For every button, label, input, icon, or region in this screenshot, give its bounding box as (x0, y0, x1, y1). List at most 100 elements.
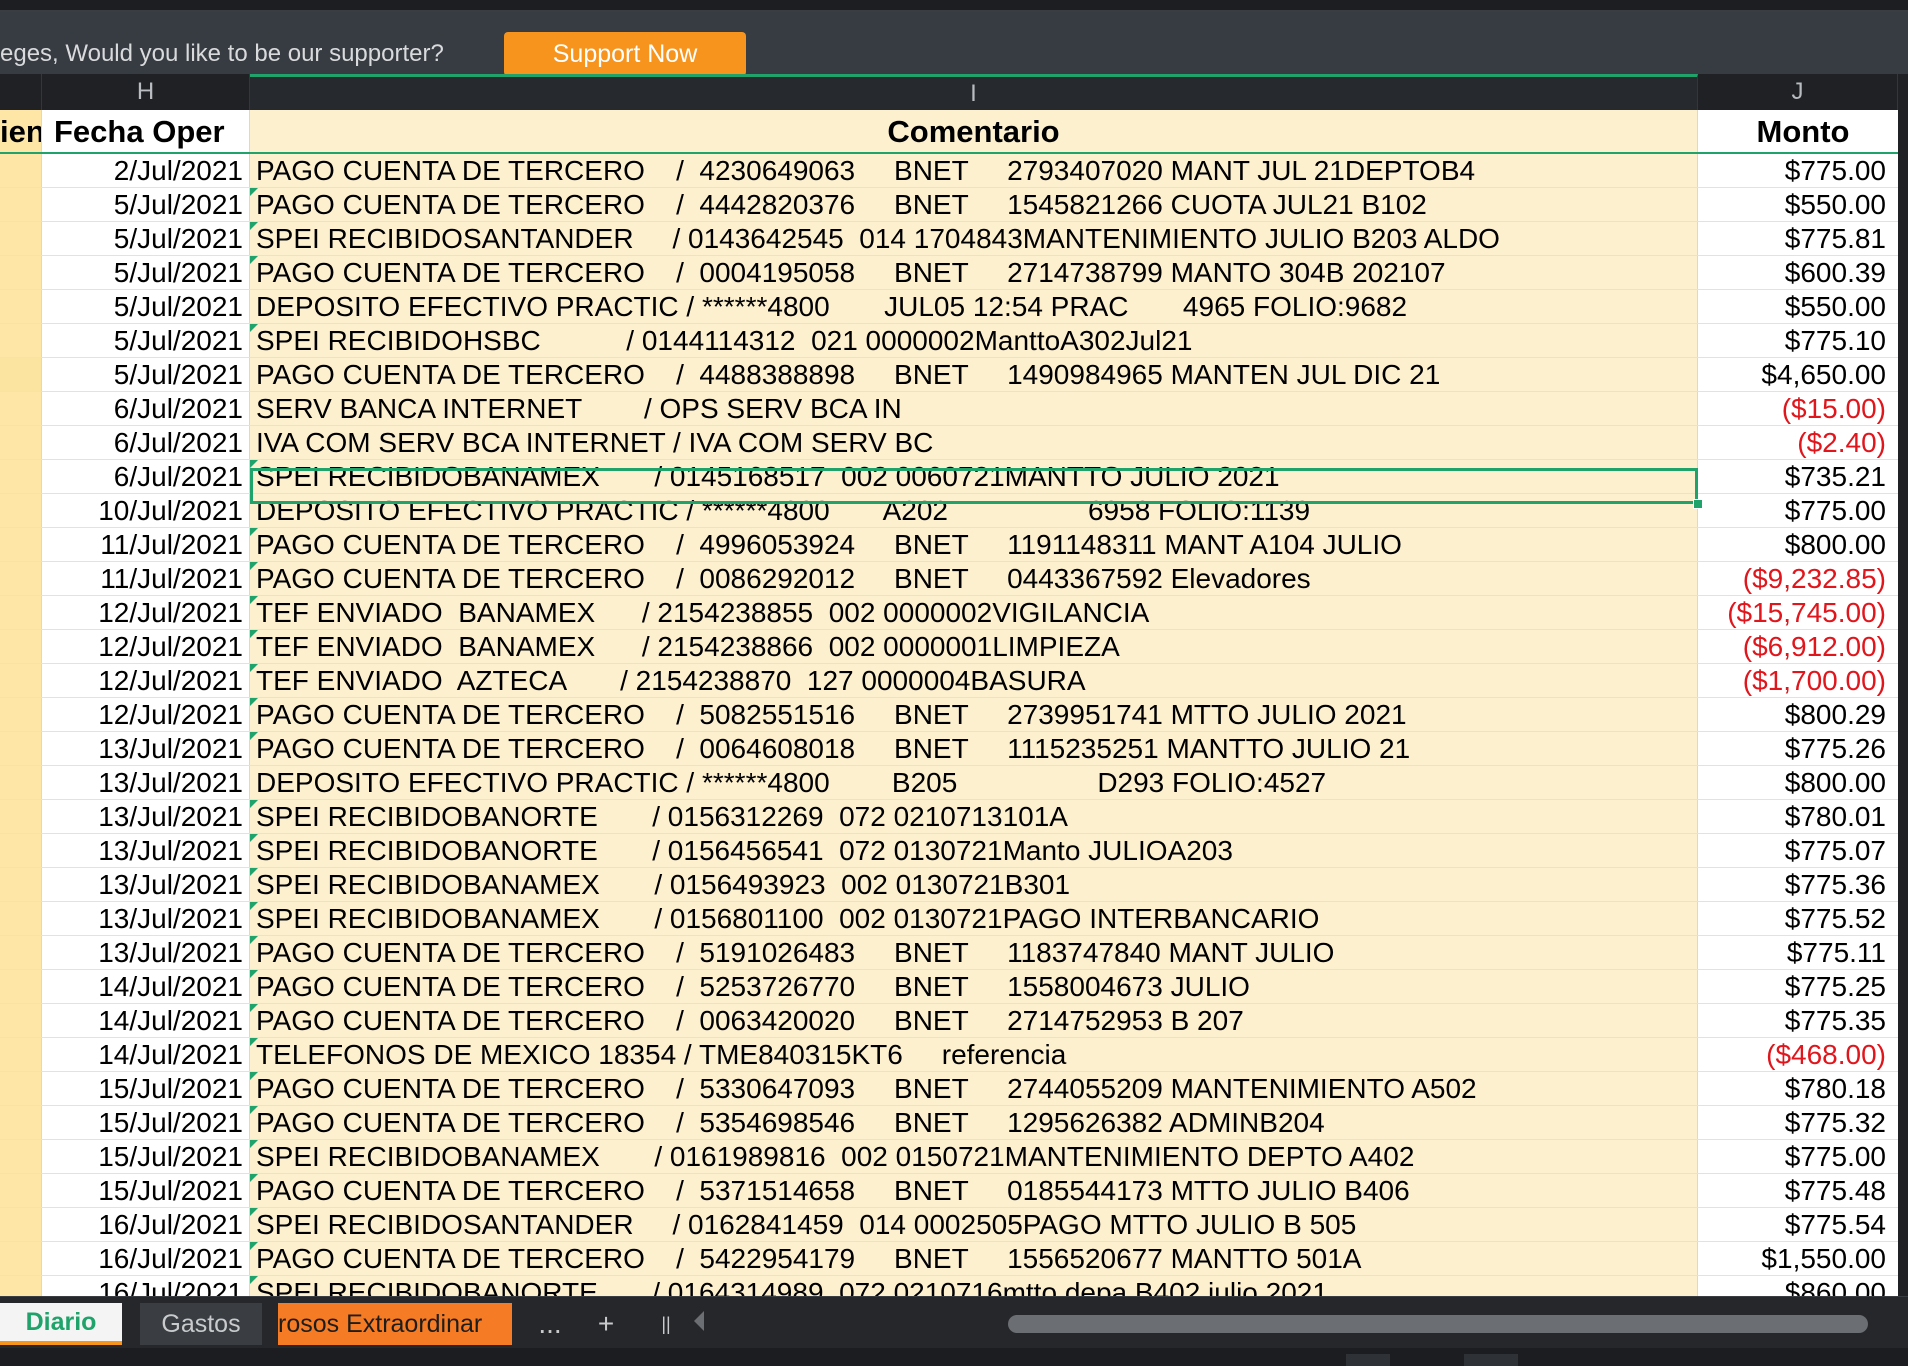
cell-comentario[interactable]: DEPOSITO EFECTIVO PRACTIC / ******4800 B… (250, 766, 1698, 799)
cell-g[interactable] (0, 1072, 42, 1105)
cell-fecha[interactable]: 12/Jul/2021 (42, 630, 250, 663)
cell-g[interactable] (0, 766, 42, 799)
cell-g[interactable] (0, 392, 42, 425)
cell-g[interactable] (0, 596, 42, 629)
cell-comentario[interactable]: PAGO CUENTA DE TERCERO / 4488388898 BNET… (250, 358, 1698, 391)
cell-fecha[interactable]: 11/Jul/2021 (42, 562, 250, 595)
cell-g[interactable] (0, 1004, 42, 1037)
cell-g[interactable] (0, 970, 42, 1003)
cell-fecha[interactable]: 13/Jul/2021 (42, 936, 250, 969)
cell-comentario[interactable]: TEF ENVIADO AZTECA / 2154238870 127 0000… (250, 664, 1698, 697)
cell-fecha[interactable]: 10/Jul/2021 (42, 494, 250, 527)
cell-g[interactable] (0, 800, 42, 833)
cell-comentario[interactable]: TEF ENVIADO BANAMEX / 2154238855 002 000… (250, 596, 1698, 629)
cell-fecha[interactable]: 16/Jul/2021 (42, 1242, 250, 1275)
cell-monto[interactable]: $775.52 (1698, 902, 1908, 935)
cell-monto[interactable]: ($2.40) (1698, 426, 1908, 459)
column-header-i[interactable]: I (250, 74, 1698, 110)
cell-g[interactable] (0, 834, 42, 867)
cell-fecha[interactable]: 16/Jul/2021 (42, 1208, 250, 1241)
header-cell-comentario[interactable]: Comentario (250, 110, 1698, 152)
cell-g[interactable] (0, 290, 42, 323)
cell-monto[interactable]: $775.36 (1698, 868, 1908, 901)
cell-fecha[interactable]: 13/Jul/2021 (42, 868, 250, 901)
cell-monto[interactable]: $775.00 (1698, 154, 1908, 187)
cell-fecha[interactable]: 14/Jul/2021 (42, 970, 250, 1003)
cell-comentario[interactable]: SPEI RECIBIDOHSBC / 0144114312 021 00000… (250, 324, 1698, 357)
cell-g[interactable] (0, 154, 42, 187)
cell-comentario[interactable]: DEPOSITO EFECTIVO PRACTIC / ******4800 J… (250, 290, 1698, 323)
cell-fecha[interactable]: 11/Jul/2021 (42, 528, 250, 561)
support-now-button[interactable]: Support Now (504, 32, 746, 76)
cell-comentario[interactable]: IVA COM SERV BCA INTERNET / IVA COM SERV… (250, 426, 1698, 459)
cell-fecha[interactable]: 12/Jul/2021 (42, 698, 250, 731)
cell-monto[interactable]: $775.35 (1698, 1004, 1908, 1037)
cell-monto[interactable]: ($15,745.00) (1698, 596, 1908, 629)
cell-g[interactable] (0, 222, 42, 255)
cell-comentario[interactable]: DEPOSITO EFECTIVO PRACTIC / ******4800 A… (250, 494, 1698, 527)
cell-monto[interactable]: $775.48 (1698, 1174, 1908, 1207)
cell-g[interactable] (0, 1140, 42, 1173)
cell-monto[interactable]: $780.18 (1698, 1072, 1908, 1105)
column-header-g[interactable] (0, 74, 42, 110)
cell-monto[interactable]: $775.00 (1698, 1140, 1908, 1173)
cell-monto[interactable]: $1,550.00 (1698, 1242, 1908, 1275)
cell-g[interactable] (0, 1242, 42, 1275)
cell-fecha[interactable]: 14/Jul/2021 (42, 1004, 250, 1037)
cell-monto[interactable]: ($6,912.00) (1698, 630, 1908, 663)
cell-comentario[interactable]: SPEI RECIBIDOBANORTE / 0156456541 072 01… (250, 834, 1698, 867)
cell-comentario[interactable]: TELEFONOS DE MEXICO 18354 / TME840315KT6… (250, 1038, 1698, 1071)
cell-g[interactable] (0, 1276, 42, 1296)
cell-monto[interactable]: $4,650.00 (1698, 358, 1908, 391)
cell-g[interactable] (0, 868, 42, 901)
cell-fecha[interactable]: 6/Jul/2021 (42, 392, 250, 425)
cell-comentario[interactable]: SPEI RECIBIDOBANORTE / 0164314989 072 02… (250, 1276, 1698, 1296)
cell-monto[interactable]: $775.07 (1698, 834, 1908, 867)
cell-monto[interactable]: $550.00 (1698, 290, 1908, 323)
cell-monto[interactable]: $600.39 (1698, 256, 1908, 289)
cell-g[interactable] (0, 664, 42, 697)
tab-gastos[interactable]: Gastos (140, 1303, 262, 1345)
cell-comentario[interactable]: SERV BANCA INTERNET / OPS SERV BCA IN (250, 392, 1698, 425)
cell-comentario[interactable]: PAGO CUENTA DE TERCERO / 5422954179 BNET… (250, 1242, 1698, 1275)
cell-g[interactable] (0, 494, 42, 527)
cell-comentario[interactable]: PAGO CUENTA DE TERCERO / 0064608018 BNET… (250, 732, 1698, 765)
cell-fecha[interactable]: 12/Jul/2021 (42, 596, 250, 629)
scroll-left-icon[interactable] (694, 1311, 704, 1331)
cell-fecha[interactable]: 5/Jul/2021 (42, 324, 250, 357)
cell-g[interactable] (0, 324, 42, 357)
cell-fecha[interactable]: 5/Jul/2021 (42, 290, 250, 323)
cell-comentario[interactable]: PAGO CUENTA DE TERCERO / 5082551516 BNET… (250, 698, 1698, 731)
cell-fecha[interactable]: 15/Jul/2021 (42, 1174, 250, 1207)
cell-monto[interactable]: $775.11 (1698, 936, 1908, 969)
more-tabs-button[interactable]: ... (530, 1303, 570, 1345)
cell-g[interactable] (0, 698, 42, 731)
tab-diario[interactable]: Diario (0, 1303, 122, 1345)
vertical-scrollbar[interactable] (1898, 110, 1908, 1296)
cell-comentario[interactable]: SPEI RECIBIDOSANTANDER / 0162841459 014 … (250, 1208, 1698, 1241)
cell-comentario[interactable]: SPEI RECIBIDOBANAMEX / 0156801100 002 01… (250, 902, 1698, 935)
cell-comentario[interactable]: PAGO CUENTA DE TERCERO / 4442820376 BNET… (250, 188, 1698, 221)
cell-fecha[interactable]: 2/Jul/2021 (42, 154, 250, 187)
horizontal-scrollbar[interactable] (1008, 1315, 1868, 1333)
cell-monto[interactable]: $775.54 (1698, 1208, 1908, 1241)
cell-comentario[interactable]: SPEI RECIBIDOBANAMEX / 0145168517 002 00… (250, 460, 1698, 493)
cell-fecha[interactable]: 13/Jul/2021 (42, 732, 250, 765)
cell-monto[interactable]: $550.00 (1698, 188, 1908, 221)
cell-comentario[interactable]: PAGO CUENTA DE TERCERO / 0063420020 BNET… (250, 1004, 1698, 1037)
cell-monto[interactable]: $775.81 (1698, 222, 1908, 255)
cell-g[interactable] (0, 1038, 42, 1071)
cell-fecha[interactable]: 14/Jul/2021 (42, 1038, 250, 1071)
cell-monto[interactable]: $800.00 (1698, 766, 1908, 799)
cell-comentario[interactable]: SPEI RECIBIDOBANAMEX / 0161989816 002 01… (250, 1140, 1698, 1173)
column-header-h[interactable]: H (42, 74, 250, 110)
cell-fecha[interactable]: 13/Jul/2021 (42, 766, 250, 799)
cell-fecha[interactable]: 13/Jul/2021 (42, 834, 250, 867)
cell-monto[interactable]: $780.01 (1698, 800, 1908, 833)
cell-fecha[interactable]: 13/Jul/2021 (42, 902, 250, 935)
cell-comentario[interactable]: SPEI RECIBIDOSANTANDER / 0143642545 014 … (250, 222, 1698, 255)
tab-extraordinarios[interactable]: rosos Extraordinar (278, 1303, 512, 1345)
cell-fecha[interactable]: 13/Jul/2021 (42, 800, 250, 833)
cell-monto[interactable]: ($1,700.00) (1698, 664, 1908, 697)
cell-g[interactable] (0, 426, 42, 459)
